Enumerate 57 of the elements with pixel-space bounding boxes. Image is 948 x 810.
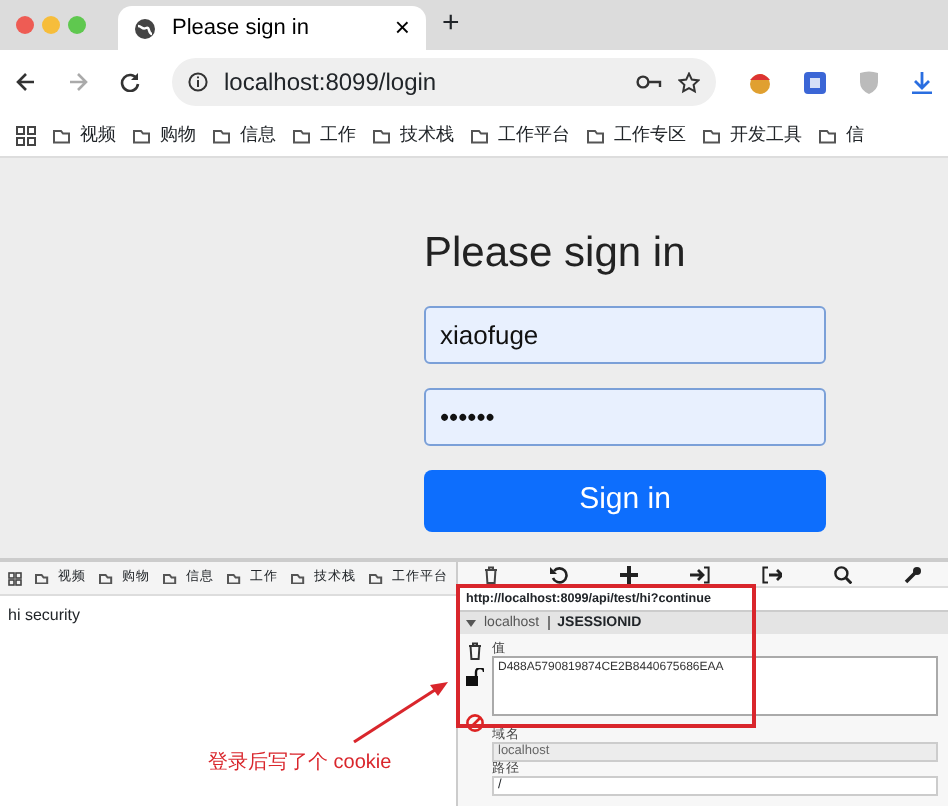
new-tab-button[interactable]: + bbox=[442, 2, 460, 48]
trash-icon[interactable] bbox=[468, 642, 482, 660]
bookmark-item[interactable]: 工作专区 bbox=[614, 121, 686, 149]
body-text: hi security bbox=[6, 604, 83, 628]
bookmark-item[interactable]: 技术栈 bbox=[400, 121, 454, 149]
folder-icon[interactable] bbox=[368, 571, 384, 585]
apps-icon[interactable] bbox=[8, 571, 22, 585]
annotation-text: 登录后写了个 cookie bbox=[208, 749, 392, 778]
folder-icon[interactable] bbox=[292, 127, 312, 143]
folder-icon[interactable] bbox=[586, 127, 606, 143]
folder-icon[interactable] bbox=[98, 571, 114, 585]
folder-icon[interactable] bbox=[162, 571, 178, 585]
bookmark-item[interactable]: 信 bbox=[846, 121, 864, 149]
wrench-icon[interactable] bbox=[904, 565, 922, 583]
bookmark-item[interactable]: 工作平台 bbox=[498, 121, 570, 149]
extension-icon[interactable] bbox=[748, 70, 772, 94]
reload-icon[interactable] bbox=[120, 72, 140, 92]
info-icon bbox=[188, 72, 208, 92]
folder-icon[interactable] bbox=[212, 127, 232, 143]
undo-icon[interactable] bbox=[550, 565, 568, 583]
back-icon[interactable] bbox=[16, 72, 36, 92]
bookmark-item[interactable]: 视频 bbox=[80, 121, 116, 149]
address-bar[interactable]: localhost:8099/login bbox=[172, 58, 716, 106]
import-icon[interactable] bbox=[690, 565, 710, 583]
block-icon[interactable] bbox=[466, 714, 484, 732]
bookmark-item[interactable]: 工作 bbox=[320, 121, 356, 149]
folder-icon[interactable] bbox=[290, 571, 306, 585]
star-icon[interactable] bbox=[678, 71, 700, 93]
globe-icon bbox=[134, 17, 156, 39]
browser-tab[interactable]: Please sign in × bbox=[118, 6, 426, 50]
bookmark-item[interactable]: 信息 bbox=[240, 121, 276, 149]
trash-icon[interactable] bbox=[484, 565, 498, 583]
url-text: localhost:8099/login bbox=[224, 66, 439, 100]
folder-icon[interactable] bbox=[470, 127, 490, 143]
page-heading: Please sign in bbox=[424, 230, 688, 278]
folder-icon[interactable] bbox=[52, 127, 72, 143]
sign-in-button[interactable]: Sign in bbox=[424, 470, 826, 532]
folder-icon[interactable] bbox=[818, 127, 838, 143]
folder-icon[interactable] bbox=[702, 127, 722, 143]
bookmark-item[interactable]: 购物 bbox=[160, 121, 196, 149]
plus-icon[interactable] bbox=[620, 565, 638, 583]
annotation-arrow bbox=[350, 678, 450, 746]
folder-icon[interactable] bbox=[132, 127, 152, 143]
username-field[interactable]: xiaofuge bbox=[424, 306, 826, 364]
key-icon[interactable] bbox=[636, 74, 662, 90]
search-icon[interactable] bbox=[834, 565, 852, 583]
bookmark-item[interactable]: 开发工具 bbox=[730, 121, 802, 149]
folder-icon[interactable] bbox=[372, 127, 392, 143]
folder-icon[interactable] bbox=[226, 571, 242, 585]
tab-close-button[interactable]: × bbox=[394, 8, 410, 48]
lock-icon[interactable] bbox=[466, 668, 484, 686]
folder-icon[interactable] bbox=[34, 571, 50, 585]
export-icon[interactable] bbox=[762, 565, 782, 583]
extension-icon[interactable] bbox=[804, 71, 826, 93]
download-icon[interactable] bbox=[912, 71, 932, 93]
password-field[interactable]: •••••• bbox=[424, 388, 826, 446]
apps-icon[interactable] bbox=[16, 125, 36, 145]
